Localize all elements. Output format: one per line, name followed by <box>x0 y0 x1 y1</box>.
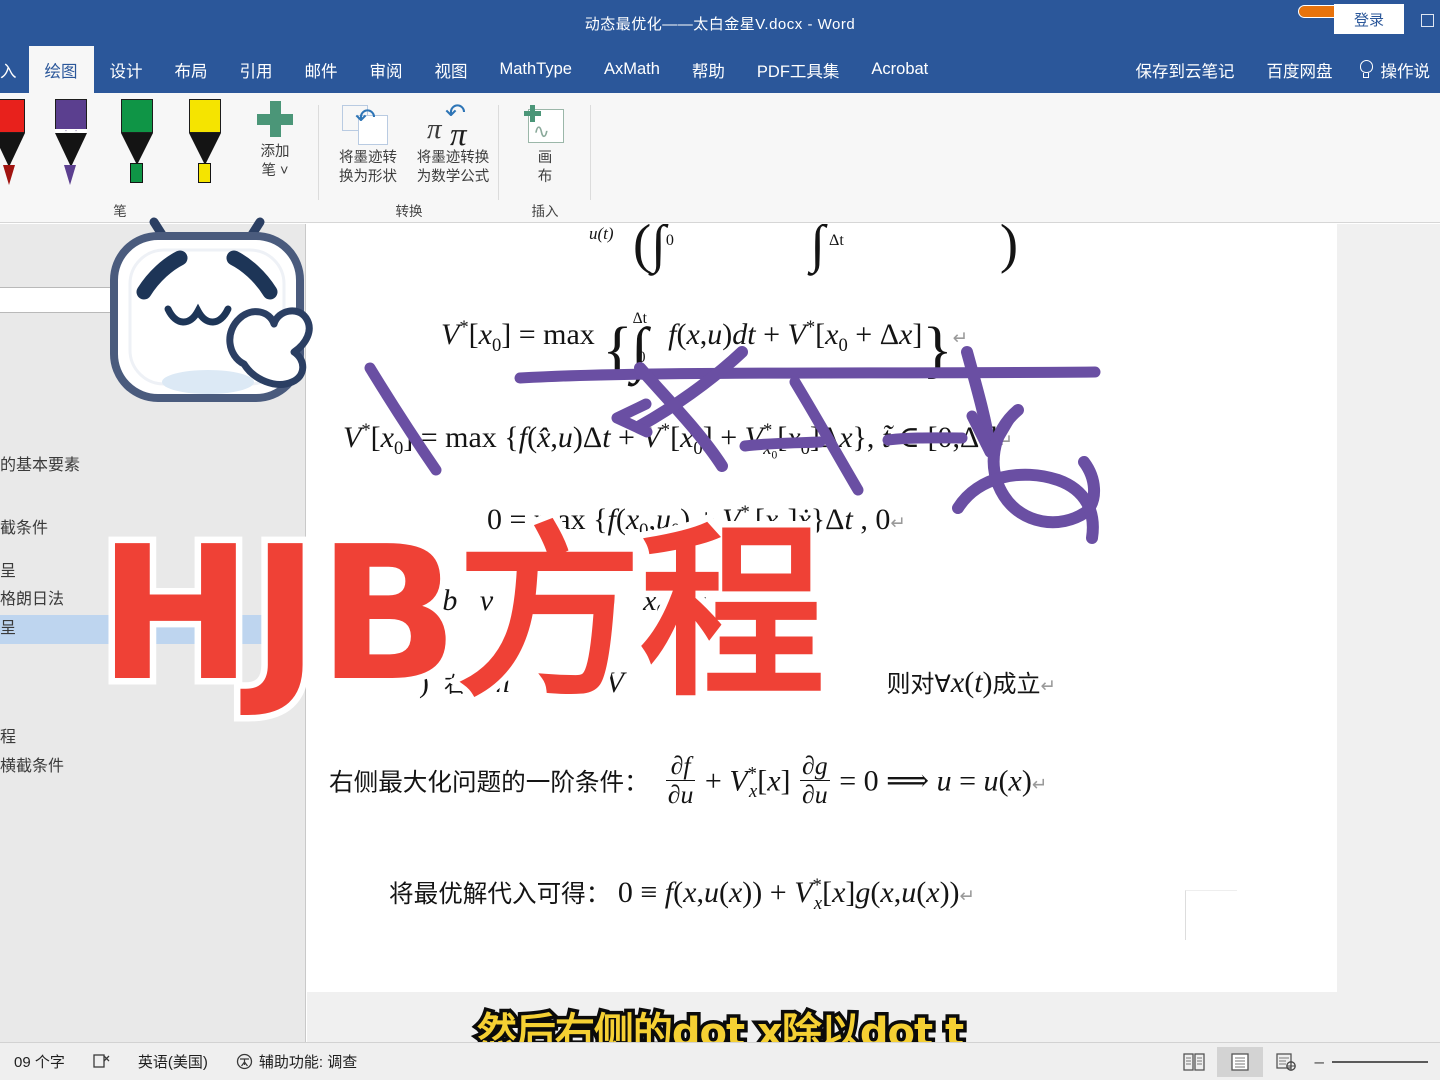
proofing-errors-icon[interactable] <box>79 1053 124 1070</box>
read-mode-view-button[interactable] <box>1171 1047 1217 1077</box>
canvas-line2: 布 <box>537 169 553 186</box>
add-pen-button[interactable]: 添加 笔 ˅ <box>252 101 298 181</box>
ink-to-shape-line2: 换为形状 <box>339 169 397 186</box>
tell-me-box[interactable]: 操作说 <box>1349 46 1440 93</box>
drawing-canvas-icon: ∿ <box>524 105 566 145</box>
bilibili-mascot-icon <box>110 217 313 402</box>
tab-insert[interactable]: 入 <box>0 46 29 93</box>
page-margin-corner-mark <box>1185 890 1237 940</box>
web-layout-view-button[interactable] <box>1263 1047 1309 1077</box>
title-bar: 动态最优化——太白金星V.docx - Word 登录 <box>0 0 1440 46</box>
drawing-canvas-button[interactable]: ∿ 画 布 <box>506 101 584 187</box>
accessibility-status[interactable]: 辅助功能: 调查 <box>222 1051 371 1072</box>
zoom-slider-track[interactable] <box>1332 1060 1428 1063</box>
ink-to-shape-icon: ↷ <box>342 103 394 147</box>
doc-line-partial-top: u(t) (∫0 ∫ Δt ) <box>589 224 1019 274</box>
tab-help[interactable]: 帮助 <box>676 46 741 93</box>
zoom-slider[interactable]: – <box>1309 1052 1440 1072</box>
ink-to-math-button[interactable]: π π ↷ 将墨迹转换 为数学公式 <box>408 99 498 187</box>
group-divider-1 <box>318 105 319 200</box>
print-layout-view-button[interactable] <box>1216 1046 1263 1077</box>
tab-draw[interactable]: 绘图 <box>28 46 94 93</box>
ink-to-math-icon: π π ↷ <box>427 99 467 153</box>
book-icon <box>1182 1052 1205 1071</box>
restore-window-icon[interactable] <box>1414 8 1440 32</box>
group-divider-2 <box>498 105 499 200</box>
status-bar: 09 个字 英语(美国) 辅助功能: 调查 – <box>0 1042 1440 1080</box>
highlighter-green[interactable] <box>114 99 160 191</box>
group-divider-3 <box>590 105 591 200</box>
tell-me-label: 操作说 <box>1380 62 1431 81</box>
add-pen-label-line1: 添加 <box>260 144 290 160</box>
tab-view[interactable]: 视图 <box>419 46 484 93</box>
tab-baidu-netdisk[interactable]: 百度网盘 <box>1251 46 1349 93</box>
pen-purple-pencil[interactable] <box>48 99 94 191</box>
page-icon <box>1230 1052 1249 1071</box>
ink-to-shape-line1: 将墨迹转 <box>339 150 397 166</box>
proofing-icon-glyph <box>93 1054 110 1068</box>
ribbon-group-label-convert: 转换 <box>395 204 423 219</box>
pen-red[interactable] <box>0 99 32 191</box>
tab-save-to-cloud-note[interactable]: 保存到云笔记 <box>1120 46 1251 93</box>
tab-mathtype[interactable]: MathType <box>484 46 588 93</box>
tab-axmath[interactable]: AxMath <box>588 46 676 93</box>
web-icon <box>1275 1052 1296 1071</box>
ink-to-shape-button[interactable]: ↷ 将墨迹转 换为形状 <box>326 101 410 187</box>
accessibility-label: 辅助功能: 调查 <box>258 1054 358 1071</box>
tab-references[interactable]: 引用 <box>224 46 289 93</box>
ribbon-group-pens: 添加 笔 ˅ 笔 <box>0 93 312 223</box>
language-status[interactable]: 英语(美国) <box>124 1051 222 1072</box>
add-pen-label-line2: 笔 <box>261 163 277 180</box>
ribbon: 添加 笔 ˅ 笔 ↷ 将墨迹转 换为形状 π π ↷ 将墨迹转换 为数学公式 转… <box>0 93 1440 223</box>
login-button[interactable]: 登录 <box>1334 4 1404 34</box>
accessibility-icon <box>236 1053 253 1070</box>
lightbulb-icon <box>1359 60 1374 79</box>
doc-line-2: V*[x0] = max {f(x̂,u)Δt + V*[x0] + V*x0[… <box>343 420 1014 462</box>
ribbon-group-insert: ∿ 画 布 插入 <box>506 93 584 223</box>
plus-icon <box>257 101 293 137</box>
doc-line-1: V*[x0] = max {Δt∫0 f(x,u)dt + V*[x0 + Δx… <box>441 310 969 385</box>
tab-design[interactable]: 设计 <box>94 46 159 93</box>
canvas-line1: 画 <box>537 150 553 166</box>
doc-line-6: 右侧最大化问题的一阶条件： ∂f ∂u + V*x[x] ∂g ∂u = 0 ⟹ u… <box>329 751 1048 809</box>
document-title: 动态最优化——太白金星V.docx - Word <box>584 15 856 33</box>
ribbon-group-label-insert: 插入 <box>531 204 559 219</box>
tab-mailings[interactable]: 邮件 <box>289 46 354 93</box>
tab-layout[interactable]: 布局 <box>159 46 224 93</box>
highlighter-yellow[interactable] <box>182 99 228 191</box>
tab-pdf-tools[interactable]: PDF工具集 <box>741 46 856 93</box>
tab-acrobat[interactable]: Acrobat <box>855 46 944 93</box>
ribbon-group-convert: ↷ 将墨迹转 换为形状 π π ↷ 将墨迹转换 为数学公式 转换 <box>326 93 492 223</box>
nav-heading-0[interactable]: 的基本要素 <box>0 452 306 481</box>
chevron-down-icon: ˅ <box>276 163 289 180</box>
ink-to-math-line2: 为数学公式 <box>416 169 490 186</box>
big-overlay-title: HJB方程 <box>92 500 832 729</box>
word-count-status[interactable]: 09 个字 <box>0 1051 79 1072</box>
nav-heading-6[interactable]: 横截条件 <box>0 753 306 782</box>
ribbon-tab-strip: 入 绘图 设计 布局 引用 邮件 审阅 视图 MathType AxMath 帮… <box>0 46 1440 93</box>
tab-review[interactable]: 审阅 <box>354 46 419 93</box>
zoom-out-button[interactable]: – <box>1315 1052 1324 1072</box>
doc-line-7: 将最优解代入可得： 0 ≡ f(x,u(x)) + V*x[x]g(x,u(x)… <box>389 875 976 914</box>
